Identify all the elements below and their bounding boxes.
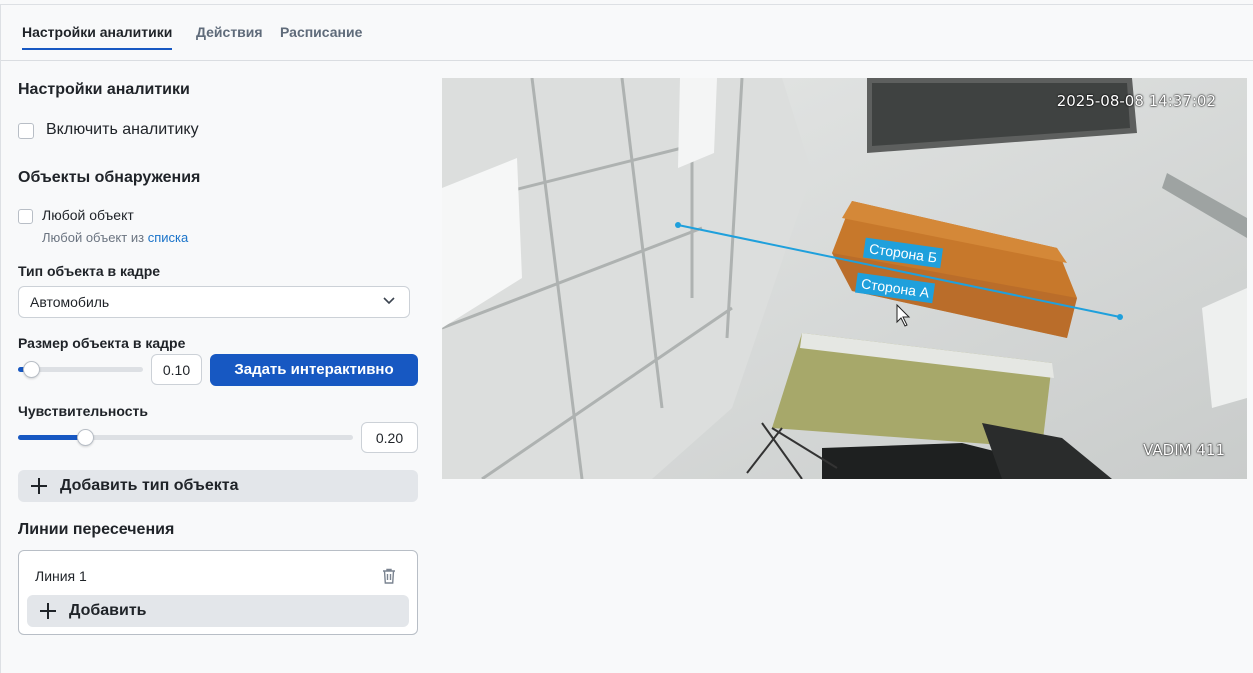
- tab-bar: Настройки аналитики Действия Расписание: [1, 5, 1253, 61]
- object-size-slider-thumb[interactable]: [23, 361, 40, 378]
- crossing-lines-heading: Линии пересечения: [18, 521, 175, 538]
- object-type-value: Автомобиль: [30, 294, 110, 310]
- detection-objects-heading: Объекты обнаружения: [18, 169, 201, 186]
- camera-name: VADIM 411: [1143, 441, 1225, 459]
- camera-frame-image: [442, 78, 1247, 479]
- analytics-settings-panel: Настройки аналитики Действия Расписание …: [0, 4, 1253, 673]
- sensitivity-slider[interactable]: [18, 429, 353, 446]
- any-object-checkbox[interactable]: [18, 209, 33, 224]
- video-timestamp: 2025-08-08 14:37:02: [1056, 92, 1216, 110]
- sensitivity-slider-thumb[interactable]: [77, 429, 94, 446]
- enable-analytics-label[interactable]: Включить аналитику: [46, 121, 199, 139]
- add-crossing-line-label: Добавить: [69, 602, 147, 619]
- trash-icon[interactable]: [382, 568, 396, 584]
- add-crossing-line-button[interactable]: Добавить: [27, 595, 409, 627]
- tab-analytics-settings[interactable]: Настройки аналитики: [22, 24, 173, 50]
- add-object-type-label: Добавить тип объекта: [60, 477, 239, 494]
- any-object-label[interactable]: Любой объект: [42, 207, 134, 223]
- sensitivity-input[interactable]: 0.20: [361, 422, 418, 453]
- object-type-select[interactable]: Автомобиль: [18, 286, 410, 318]
- enable-analytics-checkbox[interactable]: [18, 123, 34, 139]
- object-size-slider[interactable]: [18, 361, 143, 378]
- any-object-hint-text: Любой объект из: [42, 230, 145, 245]
- crossing-line-name: Линия 1: [35, 568, 87, 584]
- chevron-down-icon: [383, 297, 395, 305]
- camera-preview[interactable]: 2025-08-08 14:37:02 VADIM 411 Сторона Б …: [442, 78, 1247, 479]
- tab-schedule[interactable]: Расписание: [280, 24, 362, 48]
- sensitivity-label: Чувствительность: [18, 403, 148, 419]
- object-list-link[interactable]: списка: [148, 230, 189, 245]
- tab-actions[interactable]: Действия: [196, 24, 263, 48]
- object-size-input[interactable]: 0.10: [151, 354, 202, 385]
- object-size-label: Размер объекта в кадре: [18, 335, 186, 351]
- object-type-label: Тип объекта в кадре: [18, 263, 161, 279]
- plus-icon: [31, 478, 47, 494]
- crossing-lines-list: Линия 1 Добавить: [18, 550, 418, 635]
- any-object-hint: Любой объект из списка: [42, 230, 188, 245]
- add-object-type-button[interactable]: Добавить тип объекта: [18, 470, 418, 502]
- analytics-heading: Настройки аналитики: [18, 81, 190, 98]
- sensitivity-slider-fill: [18, 435, 85, 440]
- set-interactive-button[interactable]: Задать интерактивно: [210, 354, 418, 386]
- crossing-line-item[interactable]: Линия 1: [19, 551, 417, 593]
- plus-icon: [40, 603, 56, 619]
